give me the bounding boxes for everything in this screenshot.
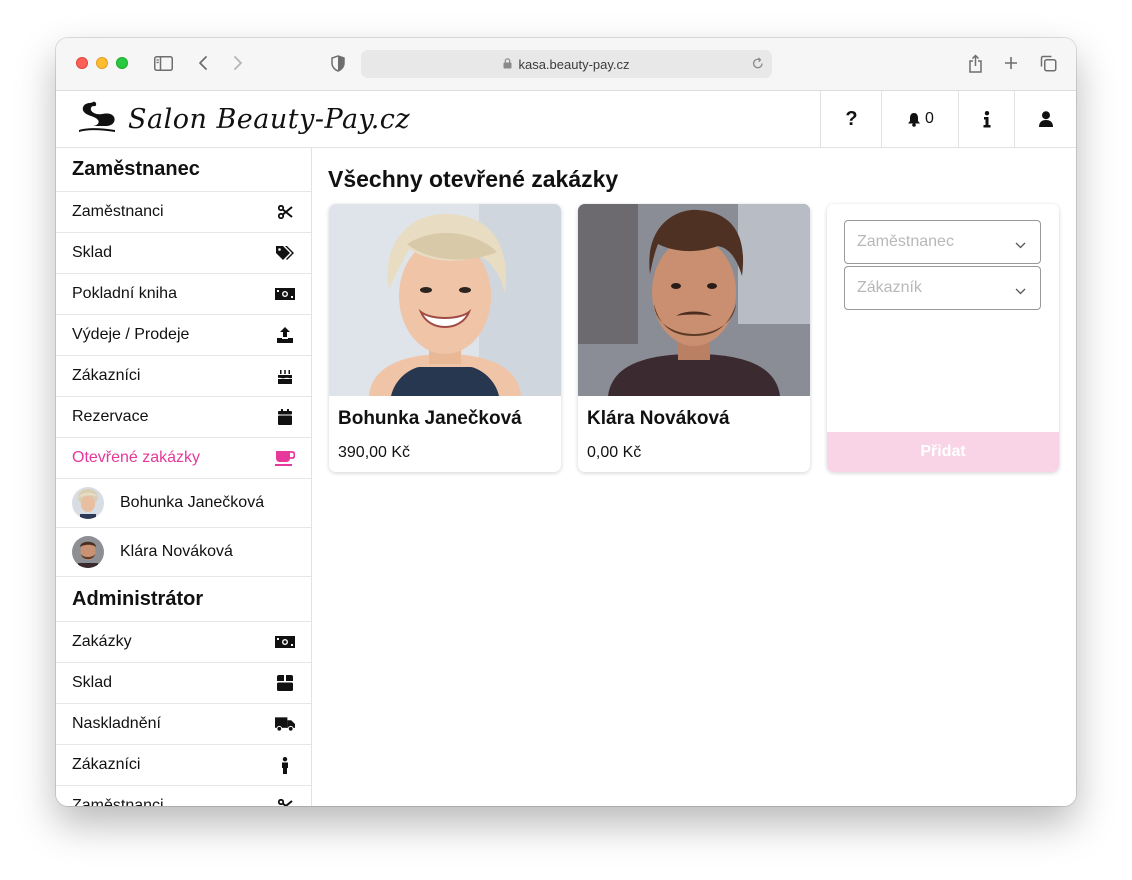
open-order-person-bohunka[interactable]: Bohunka Janečková bbox=[56, 479, 311, 528]
address-bar[interactable]: kasa.beauty-pay.cz bbox=[361, 50, 772, 78]
employee-select-placeholder: Zaměstnanec bbox=[857, 233, 954, 250]
person-name: Bohunka Janečková bbox=[120, 494, 265, 511]
sidebar-item-label: Výdeje / Prodeje bbox=[72, 326, 190, 343]
avatar bbox=[72, 487, 104, 519]
minimize-window-button[interactable] bbox=[96, 57, 108, 69]
close-window-button[interactable] bbox=[76, 57, 88, 69]
new-order-form: Zaměstnanec Zákazník Přidat bbox=[827, 204, 1059, 472]
brand-logo[interactable]: Salon Beauty-Pay.cz bbox=[76, 99, 410, 139]
sidebar-item-label: Sklad bbox=[72, 244, 113, 261]
sidebar-item-admin-employees[interactable]: Zaměstnanci bbox=[56, 786, 311, 806]
customer-select[interactable]: Zákazník bbox=[844, 266, 1041, 310]
sidebar-item-label: Rezervace bbox=[72, 408, 149, 425]
add-order-button[interactable]: Přidat bbox=[827, 432, 1059, 472]
sidebar-item-admin-customers[interactable]: Zákazníci bbox=[56, 745, 311, 786]
sidebar-item-stock[interactable]: Sklad bbox=[56, 233, 311, 274]
sidebar-item-label: Pokladní kniha bbox=[72, 285, 177, 302]
notifications-button[interactable]: 0 bbox=[881, 91, 959, 147]
tags-icon bbox=[275, 245, 295, 261]
main-content: Všechny otevřené zakázky Bohunka Janečko… bbox=[312, 148, 1076, 806]
browser-window: kasa.beauty-pay.cz Salon Beauty-Pay.cz ?… bbox=[56, 38, 1076, 806]
sidebar-item-customers[interactable]: Zákazníci bbox=[56, 356, 311, 397]
scissors-icon bbox=[275, 205, 295, 219]
sidebar-item-label: Sklad bbox=[72, 674, 113, 691]
person-name: Klára Nováková bbox=[120, 543, 233, 560]
customer-photo bbox=[329, 204, 561, 396]
new-tab-icon[interactable] bbox=[1002, 52, 1020, 74]
chevron-down-icon bbox=[1015, 236, 1026, 254]
back-icon[interactable] bbox=[196, 52, 210, 74]
sidebar: Zaměstnanec Zaměstnanci Sklad Pokladní k… bbox=[56, 148, 312, 806]
coffee-icon bbox=[275, 450, 295, 466]
upload-icon bbox=[275, 327, 295, 343]
chevron-down-icon bbox=[1015, 282, 1026, 300]
open-order-card[interactable]: Klára Nováková 0,00 Kč bbox=[578, 204, 810, 472]
url-text: kasa.beauty-pay.cz bbox=[518, 56, 630, 72]
truck-icon bbox=[275, 716, 295, 732]
question-icon: ? bbox=[845, 107, 858, 130]
user-icon bbox=[1039, 111, 1053, 127]
sidebar-item-label: Naskladnění bbox=[72, 715, 161, 732]
birthday-cake-icon bbox=[275, 368, 295, 384]
sidebar-item-label: Zaměstnanci bbox=[72, 797, 164, 806]
employee-select[interactable]: Zaměstnanec bbox=[844, 220, 1041, 264]
sidebar-item-open-orders[interactable]: Otevřené zakázky bbox=[56, 438, 311, 479]
share-icon[interactable] bbox=[966, 52, 984, 74]
person-icon bbox=[275, 756, 295, 774]
sidebar-item-label: Zaměstnanci bbox=[72, 203, 164, 220]
sidebar-item-employees[interactable]: Zaměstnanci bbox=[56, 192, 311, 233]
sidebar-item-issues-sales[interactable]: Výdeje / Prodeje bbox=[56, 315, 311, 356]
card-customer-name: Klára Nováková bbox=[587, 408, 730, 429]
sidebar-item-reservations[interactable]: Rezervace bbox=[56, 397, 311, 438]
customer-photo bbox=[578, 204, 810, 396]
brand-name: Salon Beauty-Pay.cz bbox=[128, 103, 411, 135]
page-title: Všechny otevřené zakázky bbox=[328, 166, 619, 192]
open-order-card[interactable]: Bohunka Janečková 390,00 Kč bbox=[329, 204, 561, 472]
sidebar-item-orders[interactable]: Zakázky bbox=[56, 622, 311, 663]
reload-icon[interactable] bbox=[752, 57, 764, 73]
sidebar-item-label: Otevřené zakázky bbox=[72, 449, 201, 466]
help-button[interactable]: ? bbox=[820, 91, 882, 147]
sidebar-item-cashbook[interactable]: Pokladní kniha bbox=[56, 274, 311, 315]
zoom-window-button[interactable] bbox=[116, 57, 128, 69]
employee-section-heading: Zaměstnanec bbox=[56, 148, 311, 192]
notifications-count: 0 bbox=[925, 110, 934, 127]
calendar-icon bbox=[275, 409, 295, 425]
tab-overview-icon[interactable] bbox=[1039, 52, 1057, 74]
sidebar-toggle-icon[interactable] bbox=[153, 52, 173, 74]
card-order-total: 390,00 Kč bbox=[338, 444, 411, 461]
sidebar-item-label: Zákazníci bbox=[72, 756, 141, 773]
info-icon bbox=[983, 110, 991, 128]
privacy-shield-icon[interactable] bbox=[329, 52, 347, 74]
card-customer-name: Bohunka Janečková bbox=[338, 408, 522, 429]
browser-toolbar: kasa.beauty-pay.cz bbox=[56, 38, 1076, 91]
sidebar-item-restocking[interactable]: Naskladnění bbox=[56, 704, 311, 745]
open-order-person-klara[interactable]: Klára Nováková bbox=[56, 528, 311, 577]
user-account-button[interactable] bbox=[1014, 91, 1076, 147]
sidebar-item-admin-stock[interactable]: Sklad bbox=[56, 663, 311, 704]
customer-select-placeholder: Zákazník bbox=[857, 279, 922, 296]
forward-icon[interactable] bbox=[231, 52, 245, 74]
card-order-total: 0,00 Kč bbox=[587, 444, 642, 461]
scissors-icon bbox=[275, 799, 295, 806]
sidebar-item-label: Zákazníci bbox=[72, 367, 141, 384]
swan-logo-icon bbox=[76, 99, 118, 140]
bell-icon bbox=[907, 112, 921, 127]
lock-icon bbox=[503, 57, 512, 72]
info-button[interactable] bbox=[958, 91, 1015, 147]
money-bill-icon bbox=[275, 636, 295, 648]
sidebar-item-label: Zakázky bbox=[72, 633, 132, 650]
app-header: Salon Beauty-Pay.cz ? 0 bbox=[56, 91, 1076, 148]
box-icon bbox=[275, 675, 295, 691]
avatar bbox=[72, 536, 104, 568]
money-bill-icon bbox=[275, 288, 295, 300]
admin-section-heading: Administrátor bbox=[56, 577, 311, 622]
